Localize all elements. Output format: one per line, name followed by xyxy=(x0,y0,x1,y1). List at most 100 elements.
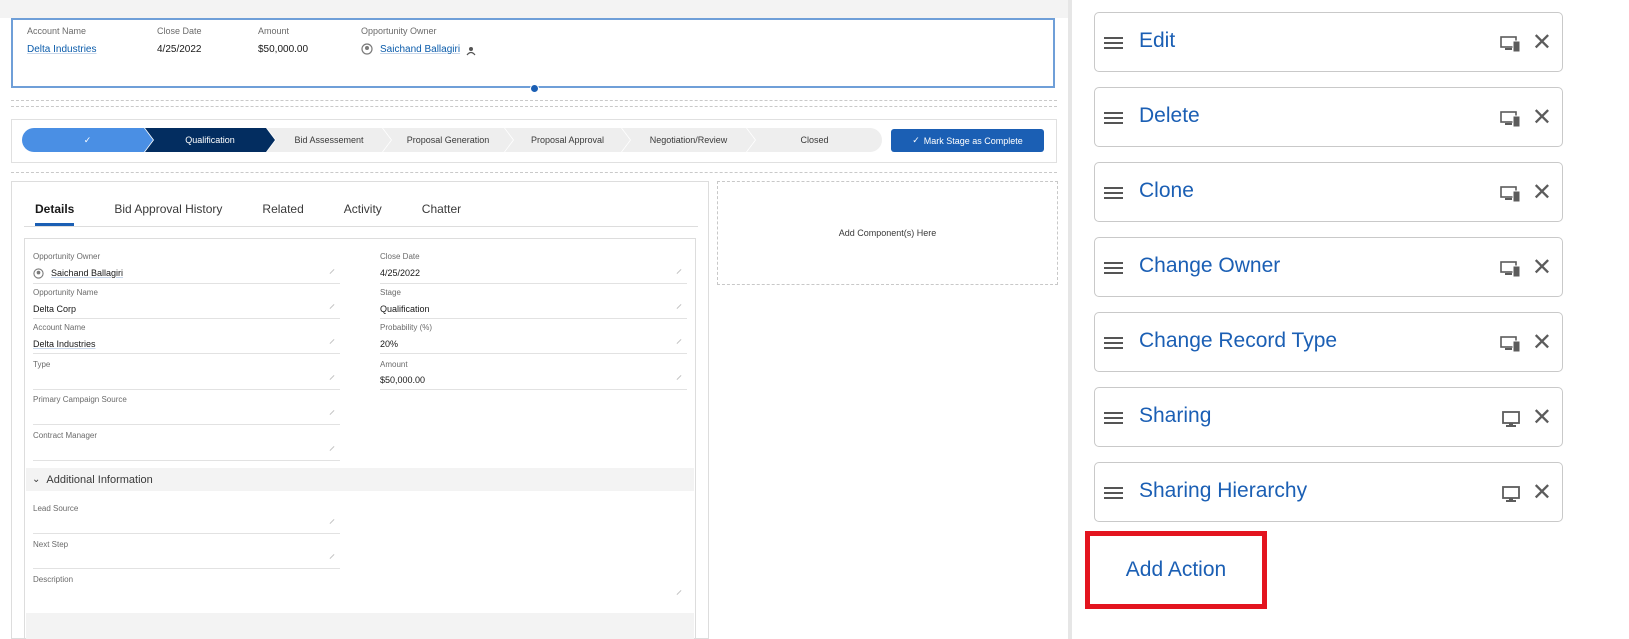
opportunity-owner-link[interactable]: Saichand Ballagiri xyxy=(51,268,123,278)
hl-close-date-label: Close Date xyxy=(157,26,202,36)
action-item-change-record-type[interactable]: Change Record Type ✕ xyxy=(1094,312,1563,372)
close-icon[interactable]: ✕ xyxy=(1532,256,1552,280)
hl-owner-label: Opportunity Owner xyxy=(361,26,437,36)
add-action-button[interactable]: Add Action xyxy=(1085,531,1267,609)
hl-account-name-link[interactable]: Delta Industries xyxy=(27,44,96,55)
field-underline xyxy=(380,389,687,390)
drag-handle-icon[interactable] xyxy=(1104,37,1123,49)
desktop-mobile-icon xyxy=(1500,260,1522,278)
avatar-icon xyxy=(33,266,44,279)
action-item-clone[interactable]: Clone ✕ xyxy=(1094,162,1563,222)
resize-handle[interactable] xyxy=(530,84,539,93)
field-label: Probability (%) xyxy=(380,323,433,332)
field-underline xyxy=(33,353,340,354)
sales-path: ✓ Qualification Bid Assessement Proposal… xyxy=(22,128,882,152)
amount-value: $50,000.00 xyxy=(380,375,426,385)
field-underline xyxy=(33,424,340,425)
top-strip xyxy=(0,0,1070,18)
tab-chatter[interactable]: Chatter xyxy=(422,198,461,226)
desktop-mobile-icon xyxy=(1500,35,1522,53)
path-stage-closed[interactable]: Closed xyxy=(747,128,882,152)
field-label: Account Name xyxy=(33,323,86,332)
section-additional-information[interactable]: ⌄ Additional Information xyxy=(26,468,694,491)
mark-stage-complete-label: Mark Stage as Complete xyxy=(923,135,1023,146)
record-page-canvas: Account Name Delta Industries Close Date… xyxy=(0,0,1070,639)
add-action-label: Add Action xyxy=(1125,558,1227,581)
change-owner-icon[interactable] xyxy=(466,43,476,56)
avatar-icon xyxy=(361,42,373,55)
hl-amount-label: Amount xyxy=(258,26,290,36)
desktop-icon xyxy=(1500,485,1522,503)
path-stage-negotiation-review[interactable]: Negotiation/Review xyxy=(622,128,755,152)
field-label: Lead Source xyxy=(33,504,79,513)
tab-related[interactable]: Related xyxy=(262,198,303,226)
drag-handle-icon[interactable] xyxy=(1104,262,1123,274)
tab-divider xyxy=(24,226,698,227)
chevron-down-icon: ⌄ xyxy=(32,474,41,485)
section-footer-bar xyxy=(26,613,694,639)
record-detail-form xyxy=(24,238,696,639)
path-stage-bid-assessement[interactable]: Bid Assessement xyxy=(267,128,391,152)
path-stage-complete[interactable]: ✓ xyxy=(22,128,153,152)
drag-handle-icon[interactable] xyxy=(1104,487,1123,499)
account-name-link[interactable]: Delta Industries xyxy=(33,339,96,349)
action-item-sharing-hierarchy[interactable]: Sharing Hierarchy ✕ xyxy=(1094,462,1563,522)
tab-details[interactable]: Details xyxy=(35,198,75,226)
field-label: Contract Manager xyxy=(33,431,98,440)
opportunity-name-value: Delta Corp xyxy=(33,304,77,314)
field-underline xyxy=(380,283,687,284)
field-underline xyxy=(33,568,340,569)
hl-amount-value: $50,000.00 xyxy=(258,44,309,55)
divider xyxy=(11,100,1057,101)
path-stage-proposal-generation[interactable]: Proposal Generation xyxy=(383,128,513,152)
action-item-edit[interactable]: Edit ✕ xyxy=(1094,12,1563,72)
checkmark-icon: ✓ xyxy=(912,135,920,145)
action-label: Clone xyxy=(1139,179,1194,202)
field-label: Amount xyxy=(380,360,408,369)
close-icon[interactable]: ✕ xyxy=(1532,331,1552,355)
close-icon[interactable]: ✕ xyxy=(1532,31,1552,55)
action-item-change-owner[interactable]: Change Owner ✕ xyxy=(1094,237,1563,297)
hl-account-name-label: Account Name xyxy=(27,26,87,36)
field-label: Primary Campaign Source xyxy=(33,395,127,404)
stage-value: Qualification xyxy=(380,304,430,314)
action-item-sharing[interactable]: Sharing ✕ xyxy=(1094,387,1563,447)
divider xyxy=(11,172,1057,173)
field-label: Next Step xyxy=(33,540,69,549)
field-label: Opportunity Owner xyxy=(33,252,101,261)
action-label: Change Record Type xyxy=(1139,329,1338,352)
field-underline xyxy=(33,283,340,284)
action-label: Delete xyxy=(1139,104,1200,127)
drag-handle-icon[interactable] xyxy=(1104,187,1123,199)
field-underline xyxy=(33,318,340,319)
action-label: Sharing xyxy=(1139,404,1212,427)
desktop-icon xyxy=(1500,410,1522,428)
desktop-mobile-icon xyxy=(1500,335,1522,353)
drag-handle-icon[interactable] xyxy=(1104,412,1123,424)
hl-owner-link[interactable]: Saichand Ballagiri xyxy=(380,44,460,55)
probability-value: 20% xyxy=(380,339,399,349)
hl-close-date-value: 4/25/2022 xyxy=(157,44,202,55)
close-icon[interactable]: ✕ xyxy=(1532,406,1552,430)
tab-activity[interactable]: Activity xyxy=(344,198,382,226)
desktop-mobile-icon xyxy=(1500,185,1522,203)
field-label: Opportunity Name xyxy=(33,288,98,297)
close-icon[interactable]: ✕ xyxy=(1532,181,1552,205)
action-label: Change Owner xyxy=(1139,254,1281,277)
section-title: Additional Information xyxy=(46,473,153,486)
field-underline xyxy=(380,353,687,354)
mark-stage-complete-button[interactable]: ✓ Mark Stage as Complete xyxy=(891,129,1044,152)
drag-handle-icon[interactable] xyxy=(1104,337,1123,349)
path-stage-qualification[interactable]: Qualification xyxy=(145,128,275,152)
close-icon[interactable]: ✕ xyxy=(1532,106,1552,130)
dropzone-label: Add Component(s) Here xyxy=(838,228,937,238)
tab-bid-approval-history[interactable]: Bid Approval History xyxy=(114,198,222,226)
path-stage-proposal-approval[interactable]: Proposal Approval xyxy=(505,128,630,152)
action-item-delete[interactable]: Delete ✕ xyxy=(1094,87,1563,147)
action-label: Sharing Hierarchy xyxy=(1139,479,1308,502)
close-icon[interactable]: ✕ xyxy=(1532,481,1552,505)
divider xyxy=(11,106,1057,107)
drag-handle-icon[interactable] xyxy=(1104,112,1123,124)
field-label: Close Date xyxy=(380,252,420,261)
field-underline xyxy=(33,533,340,534)
